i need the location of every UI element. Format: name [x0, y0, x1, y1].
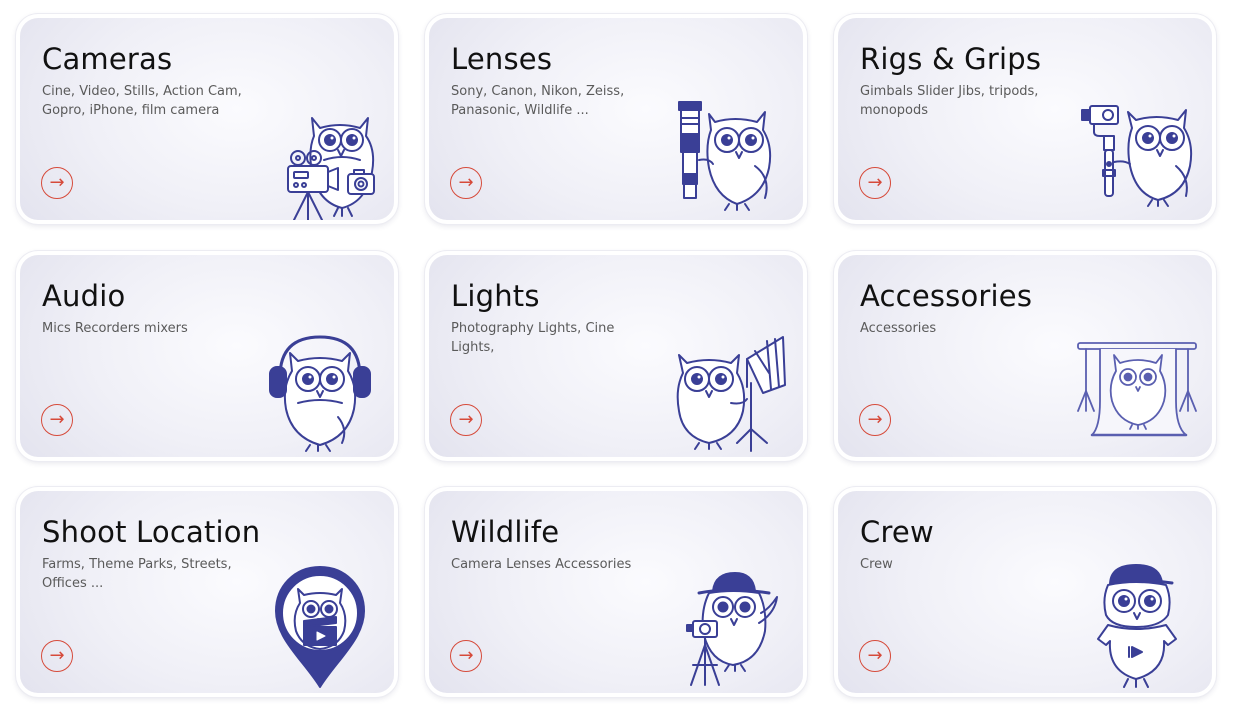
arrow-right-button[interactable]: → — [450, 404, 482, 436]
category-card-lights: Lights Photography Lights, Cine Lights, … — [425, 251, 807, 461]
category-title: Cameras — [42, 42, 173, 76]
category-card-lights-link[interactable]: Lights Photography Lights, Cine Lights, … — [429, 255, 803, 457]
category-card-audio: Audio Mics Recorders mixers → — [16, 251, 398, 461]
category-card-cameras: Cameras Cine, Video, Stills, Action Cam,… — [16, 14, 398, 224]
category-card-crew: Crew Crew → — [834, 487, 1216, 697]
owl-explorer-icon — [686, 572, 778, 686]
category-description: Mics Recorders mixers — [42, 321, 188, 336]
category-description: Accessories — [860, 321, 937, 336]
category-card-crew-link[interactable]: Crew Crew → — [838, 491, 1212, 693]
category-card-shoot-location-link[interactable]: Shoot Location Farms, Theme Parks, Stree… — [20, 491, 394, 693]
category-card-lenses: Lenses Sony, Canon, Nikon, Zeiss, Panaso… — [425, 14, 807, 224]
arrow-right-button[interactable]: → — [859, 404, 891, 436]
category-card-audio-link[interactable]: Audio Mics Recorders mixers → — [20, 255, 394, 457]
category-description: Crew — [860, 557, 893, 572]
arrow-right-button[interactable]: → — [450, 167, 482, 199]
category-title: Lights — [451, 279, 540, 313]
category-description: Cine, Video, Stills, Action Cam, Gopro, … — [42, 84, 242, 118]
category-title: Rigs & Grips — [860, 42, 1042, 76]
category-card-rigs-grips: Rigs & Grips Gimbals Slider Jibs, tripod… — [834, 14, 1216, 224]
category-card-lenses-link[interactable]: Lenses Sony, Canon, Nikon, Zeiss, Panaso… — [429, 18, 803, 220]
arrow-right-button[interactable]: → — [41, 640, 73, 672]
owl-crew-icon — [1097, 564, 1177, 688]
owl-headphones-icon — [269, 335, 371, 452]
owl-backdrop-icon — [1077, 342, 1197, 437]
category-title: Shoot Location — [42, 515, 261, 549]
category-card-rigs-grips-link[interactable]: Rigs & Grips Gimbals Slider Jibs, tripod… — [838, 18, 1212, 220]
owl-gimbal-icon — [1081, 105, 1193, 207]
category-grid: Cameras Cine, Video, Stills, Action Cam,… — [0, 0, 1236, 712]
owl-softbox-icon — [676, 336, 786, 452]
owl-camera-icon — [287, 117, 375, 220]
category-title: Audio — [42, 279, 126, 313]
category-card-shoot-location: Shoot Location Farms, Theme Parks, Stree… — [16, 487, 398, 697]
category-description: Sony, Canon, Nikon, Zeiss, Panasonic, Wi… — [451, 84, 625, 118]
category-title: Crew — [860, 515, 934, 549]
owl-lens-icon — [678, 101, 772, 211]
category-card-accessories: Accessories Accessories → — [834, 251, 1216, 461]
category-description: Camera Lenses Accessories — [451, 557, 632, 572]
owl-location-pin-icon — [275, 566, 365, 688]
category-card-wildlife: Wildlife Camera Lenses Accessories → — [425, 487, 807, 697]
category-description: Farms, Theme Parks, Streets, Offices ... — [42, 557, 232, 591]
arrow-right-button[interactable]: → — [859, 640, 891, 672]
category-title: Accessories — [860, 279, 1033, 313]
category-card-cameras-link[interactable]: Cameras Cine, Video, Stills, Action Cam,… — [20, 18, 394, 220]
category-title: Lenses — [451, 42, 553, 76]
category-description: Photography Lights, Cine Lights, — [451, 321, 615, 355]
category-card-accessories-link[interactable]: Accessories Accessories → — [838, 255, 1212, 457]
category-title: Wildlife — [451, 515, 560, 549]
arrow-right-button[interactable]: → — [450, 640, 482, 672]
arrow-right-button[interactable]: → — [41, 404, 73, 436]
category-card-wildlife-link[interactable]: Wildlife Camera Lenses Accessories → — [429, 491, 803, 693]
category-description: Gimbals Slider Jibs, tripods, monopods — [860, 84, 1039, 118]
arrow-right-button[interactable]: → — [859, 167, 891, 199]
arrow-right-button[interactable]: → — [41, 167, 73, 199]
